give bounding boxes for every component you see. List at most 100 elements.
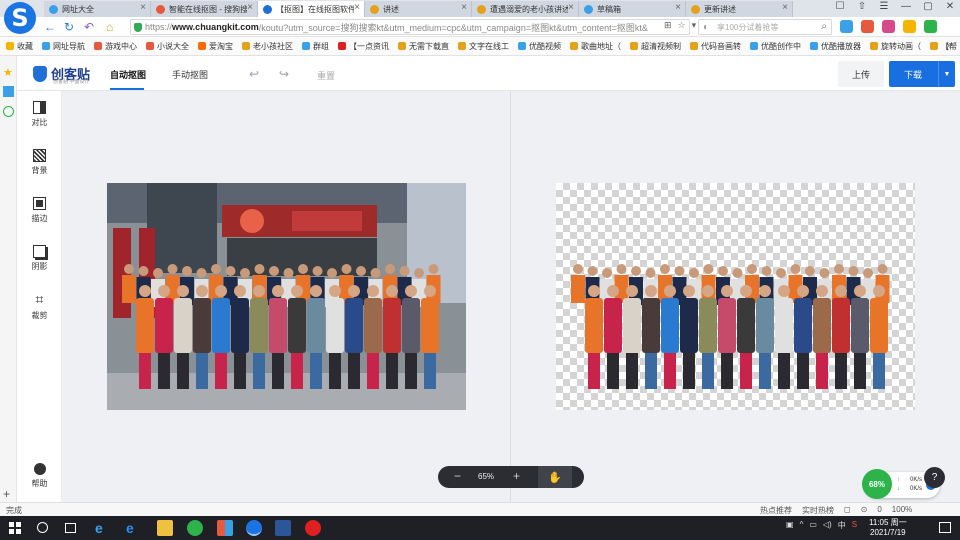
bookmark-item[interactable]: 超清视频制 xyxy=(630,41,681,52)
scissors-icon[interactable] xyxy=(882,20,895,33)
status-item[interactable]: ⊙ xyxy=(861,505,868,516)
browser-tab[interactable]: 智能在线抠图 - 搜狗搜索× xyxy=(151,1,258,17)
upload-button[interactable]: 上传 xyxy=(838,61,884,87)
bookmark-item[interactable]: 无需下载直 xyxy=(398,41,449,52)
hand-tool-icon[interactable]: ✋ xyxy=(538,466,572,488)
window-control-button[interactable]: ⇧ xyxy=(856,1,868,12)
url-input[interactable]: https://www.chuangkit.com/koutu?utm_sour… xyxy=(130,19,690,35)
notification-icon[interactable] xyxy=(939,522,951,533)
status-item[interactable]: 100% xyxy=(892,505,912,516)
taskbar-clock[interactable]: 11:05 周一 2021/7/19 xyxy=(869,518,907,538)
sogou-ime-icon[interactable]: S xyxy=(852,520,857,531)
close-icon[interactable]: × xyxy=(354,2,360,13)
home-icon[interactable]: ⌂ xyxy=(106,20,113,34)
chevron-down-icon[interactable]: ▼ xyxy=(938,61,955,87)
file-explorer-icon[interactable] xyxy=(157,520,173,536)
status-item[interactable]: 实时热榜 xyxy=(802,505,834,516)
tab-auto-cutout[interactable]: 自动抠图 xyxy=(110,68,146,81)
window-control-button[interactable]: ☰ xyxy=(878,1,890,12)
bookmark-item[interactable]: 收藏 xyxy=(6,41,33,52)
status-item[interactable]: 热点推荐 xyxy=(760,505,792,516)
download-button[interactable]: 下载 ▼ xyxy=(889,61,955,87)
tool-background[interactable]: 背景 xyxy=(17,145,62,185)
sogou-browser-taskbar-icon[interactable] xyxy=(246,520,262,536)
tray-app-icon[interactable]: ▣ xyxy=(786,520,794,531)
tray-up-icon[interactable]: ^ xyxy=(800,520,804,531)
bookmark-item[interactable]: 优酷创作中 xyxy=(750,41,801,52)
tab-manual-cutout[interactable]: 手动抠图 xyxy=(172,68,208,81)
bookmark-item[interactable]: 代码音画转 xyxy=(690,41,741,52)
close-icon[interactable]: × xyxy=(247,2,253,13)
edge-icon[interactable]: e xyxy=(126,520,142,536)
bookmark-item[interactable]: 游戏中心 xyxy=(94,41,137,52)
close-icon[interactable]: × xyxy=(675,2,681,13)
bookmark-item[interactable]: 优酷播放器 xyxy=(810,41,861,52)
bookmark-item[interactable]: 文字在线工 xyxy=(458,41,509,52)
tool-compare[interactable]: 对比 xyxy=(17,97,62,137)
network-icon[interactable]: ▭ xyxy=(809,520,817,531)
wrench-icon[interactable] xyxy=(903,20,916,33)
back-icon[interactable]: ← xyxy=(44,20,56,34)
bookmarks-more-button[interactable]: » xyxy=(946,40,952,51)
zoom-out-button[interactable]: − xyxy=(454,469,461,483)
window-control-button[interactable]: ✕ xyxy=(944,1,956,12)
undo-icon[interactable]: ↩ xyxy=(249,67,259,81)
ie-icon[interactable]: e xyxy=(95,520,111,536)
brand-logo[interactable]: 创客贴 创客贴 平面设计 xyxy=(33,64,90,85)
color-app-icon[interactable] xyxy=(217,520,233,536)
start-icon[interactable] xyxy=(9,522,21,534)
search-icon[interactable]: ⌕ xyxy=(821,21,827,32)
window-control-button[interactable]: — xyxy=(900,1,912,12)
volume-icon[interactable]: ◁) xyxy=(823,520,832,531)
refresh-icon[interactable]: ↻ xyxy=(64,20,74,34)
bookmark-item[interactable]: 【帮 xyxy=(930,41,957,52)
browser-logo[interactable]: S xyxy=(4,2,36,34)
bookmark-item[interactable]: 老小孩社区 xyxy=(242,41,293,52)
browser-tab[interactable]: 讲述 × xyxy=(365,1,472,17)
close-icon[interactable]: × xyxy=(140,2,146,13)
add-icon[interactable]: + xyxy=(3,487,10,501)
grid-icon[interactable] xyxy=(840,20,853,33)
tool-shadow[interactable]: 阴影 xyxy=(17,241,62,281)
ime-icon[interactable]: 中 xyxy=(838,520,846,531)
bookmark-item[interactable]: 旋转动画（ xyxy=(870,41,921,52)
tool-crop[interactable]: ⌗ 裁剪 xyxy=(17,289,62,329)
close-icon[interactable]: × xyxy=(568,2,574,13)
bookmark-item[interactable]: 优酷视频 xyxy=(518,41,561,52)
bookmark-item[interactable]: 小说大全 xyxy=(146,41,189,52)
star-icon[interactable]: ☆ xyxy=(678,20,686,31)
redo-icon[interactable]: ↪ xyxy=(279,67,289,81)
tool-stroke[interactable]: 描边 xyxy=(17,193,62,233)
help-button[interactable]: 帮助 xyxy=(17,463,62,489)
smile-icon[interactable] xyxy=(924,20,937,33)
undo-close-icon[interactable]: ↶ xyxy=(84,20,94,34)
history-icon[interactable] xyxy=(3,106,14,117)
close-icon[interactable]: × xyxy=(782,2,788,13)
bookmark-item[interactable]: 群组 xyxy=(302,41,329,52)
task-view-icon[interactable] xyxy=(65,523,76,533)
bookmark-item[interactable]: 歌曲地址（ xyxy=(570,41,621,52)
dropdown-icon[interactable]: ▾ xyxy=(692,20,697,31)
browser-tab[interactable]: 草稿箱 × xyxy=(579,1,686,17)
browser-tab[interactable]: 更新讲述 × xyxy=(686,1,793,17)
window-control-button[interactable]: ☐ xyxy=(834,1,846,12)
reading-list-icon[interactable] xyxy=(3,86,14,97)
browser-tab[interactable]: 【抠图】在线抠图软件 × xyxy=(258,1,365,17)
media-app-icon[interactable] xyxy=(305,520,321,536)
bookmark-item[interactable]: 【一点资讯 xyxy=(338,41,389,52)
zoom-in-button[interactable]: + xyxy=(513,469,520,483)
360-browser-icon[interactable] xyxy=(187,520,203,536)
status-item[interactable]: ◻ xyxy=(844,505,851,516)
close-icon[interactable]: × xyxy=(461,2,467,13)
bookmark-item[interactable]: 爱淘宝 xyxy=(198,41,233,52)
reader-icon[interactable]: ⊞ xyxy=(664,20,672,31)
reset-button[interactable]: 重置 xyxy=(317,69,335,82)
exit-icon[interactable] xyxy=(861,20,874,33)
bookmark-item[interactable]: 网址导航 xyxy=(42,41,85,52)
window-control-button[interactable]: ▢ xyxy=(922,1,934,12)
search-input[interactable]: ◐ 享100分试着抢等 ⌕ xyxy=(698,19,832,35)
browser-tab[interactable]: 遭遇溺爱的老小孩讲述 × xyxy=(472,1,579,17)
chat-icon[interactable]: ? xyxy=(924,467,945,488)
word-icon[interactable] xyxy=(275,520,291,536)
status-item[interactable]: 0 xyxy=(877,505,881,516)
